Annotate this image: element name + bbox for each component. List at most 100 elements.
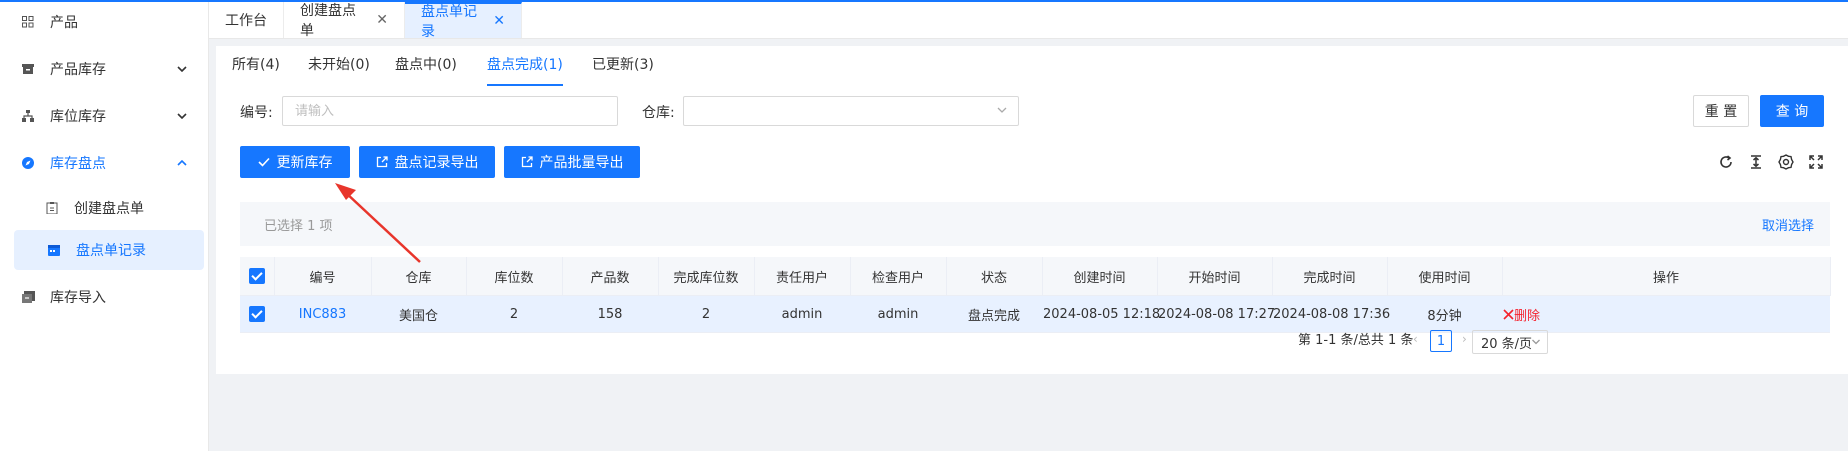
cell-finish-time: 2024-08-08 17:36 — [1272, 295, 1390, 333]
refresh-icon[interactable] — [1716, 152, 1736, 172]
sitemap-icon — [20, 108, 36, 124]
table-row[interactable]: INC883 美国仓 2 158 2 admin admin 盘点完成 2024… — [240, 295, 1830, 333]
calendar-icon — [46, 242, 62, 258]
sidebar-item-products[interactable]: 产品 — [14, 2, 204, 42]
code-input[interactable] — [282, 96, 618, 126]
page-size-value: 20 条/页 — [1481, 336, 1533, 352]
column-header: 产品数 — [562, 257, 659, 296]
column-header: 检查用户 — [850, 257, 947, 296]
check-icon — [257, 157, 270, 167]
column-header: 库位数 — [466, 257, 563, 296]
column-header: 责任用户 — [754, 257, 851, 296]
compass-icon — [20, 155, 36, 171]
tab-workbench[interactable]: 工作台 — [209, 2, 284, 38]
update-stock-button[interactable]: 更新库存 — [240, 146, 350, 178]
column-height-icon[interactable] — [1746, 152, 1766, 172]
row-checkbox[interactable] — [240, 295, 274, 333]
column-header: 操作 — [1502, 257, 1831, 296]
cell-owner: admin — [754, 295, 850, 333]
settings-icon[interactable] — [1776, 152, 1796, 172]
main-content: 所有(4) 未开始(0) 盘点中(0) 盘点完成(1) 已更新(3) 编号: 仓… — [216, 46, 1848, 374]
status-tab-counting[interactable]: 盘点中(0) — [395, 54, 457, 86]
prev-page-icon[interactable]: ‹ — [1413, 332, 1418, 346]
page-tabs: 工作台 创建盘点单 ✕ 盘点单记录 ✕ — [209, 2, 1848, 40]
column-header: 完成时间 — [1272, 257, 1388, 296]
sidebar-item-stock-import[interactable]: 库存导入 — [14, 277, 204, 317]
sidebar-item-product-stock[interactable]: 产品库存 — [14, 49, 204, 89]
export-records-label: 盘点记录导出 — [394, 155, 479, 171]
count-records-table: 编号 仓库 库位数 产品数 完成库位数 责任用户 检查用户 状态 创建时间 开始… — [240, 257, 1831, 333]
box-icon — [20, 61, 36, 77]
close-icon[interactable]: ✕ — [493, 13, 505, 29]
export-products-button[interactable]: 产品批量导出 — [504, 146, 640, 178]
status-tab-completed[interactable]: 盘点完成(1) — [487, 54, 563, 86]
tab-create-count[interactable]: 创建盘点单 ✕ — [284, 2, 405, 39]
record-code-link[interactable]: INC883 — [299, 307, 346, 322]
export-records-button[interactable]: 盘点记录导出 — [359, 146, 495, 178]
column-header: 仓库 — [371, 257, 467, 296]
cell-locations: 2 — [466, 295, 562, 333]
grid-icon — [20, 14, 36, 30]
search-button[interactable]: 查 询 — [1760, 95, 1824, 127]
tab-label: 盘点单记录 — [421, 4, 477, 40]
cell-done-locations: 2 — [658, 295, 754, 333]
cell-created-time: 2024-08-05 12:18 — [1042, 295, 1160, 333]
close-icon — [1503, 308, 1514, 324]
chevron-down-icon — [174, 61, 190, 77]
sidebar-item-label: 产品 — [50, 15, 78, 31]
reset-button[interactable]: 重 置 — [1693, 95, 1749, 127]
page-size-select[interactable]: 20 条/页 — [1472, 330, 1548, 354]
column-header: 开始时间 — [1157, 257, 1273, 296]
cell-duration: 8分钟 — [1387, 295, 1502, 333]
sidebar-item-create-count[interactable]: 创建盘点单 — [38, 188, 204, 228]
delete-button[interactable]: 删除 — [1503, 309, 1540, 324]
sidebar-item-stock-count[interactable]: 库存盘点 — [14, 143, 204, 183]
status-tab-all[interactable]: 所有(4) — [232, 54, 280, 86]
cell-status: 盘点完成 — [946, 295, 1042, 333]
column-header: 编号 — [274, 257, 372, 296]
column-header: 完成库位数 — [658, 257, 755, 296]
selection-count: 已选择 1 项 — [264, 219, 333, 234]
clipboard-icon — [44, 200, 60, 216]
export-icon — [376, 156, 388, 168]
column-header: 状态 — [946, 257, 1043, 296]
close-icon[interactable]: ✕ — [376, 12, 388, 28]
cancel-selection-link[interactable]: 取消选择 — [1762, 215, 1814, 234]
status-tab-not-started[interactable]: 未开始(0) — [308, 54, 370, 86]
sidebar-item-location-stock[interactable]: 库位库存 — [14, 96, 204, 136]
sidebar: 产品 产品库存 库位库存 库存盘点 创建盘点单 盘点单记录 库存导入 — [0, 2, 209, 451]
cell-warehouse: 美国仓 — [371, 295, 466, 333]
tab-label: 工作台 — [225, 13, 267, 29]
selection-bar: 已选择 1 项 取消选择 — [240, 202, 1830, 246]
column-header: 创建时间 — [1042, 257, 1158, 296]
column-header: 使用时间 — [1387, 257, 1503, 296]
select-all-checkbox[interactable] — [240, 257, 275, 296]
tab-count-records[interactable]: 盘点单记录 ✕ — [405, 2, 522, 40]
sidebar-item-label: 库存导入 — [50, 290, 106, 306]
status-tab-updated[interactable]: 已更新(3) — [592, 54, 654, 86]
fullscreen-icon[interactable] — [1806, 152, 1826, 172]
code-filter-label: 编号: — [240, 105, 273, 121]
search-button-label: 查 询 — [1775, 104, 1809, 120]
chevron-up-icon — [174, 155, 190, 171]
cell-checker: admin — [850, 295, 946, 333]
delete-label: 删除 — [1514, 308, 1541, 324]
cell-start-time: 2024-08-08 17:27 — [1157, 295, 1275, 333]
sidebar-item-label: 创建盘点单 — [74, 201, 144, 217]
chevron-down-icon — [174, 108, 190, 124]
export-icon — [521, 156, 533, 168]
warehouse-select[interactable] — [683, 96, 1019, 126]
sidebar-item-label: 产品库存 — [50, 62, 106, 78]
export-products-label: 产品批量导出 — [539, 155, 624, 171]
next-page-icon[interactable]: › — [1462, 332, 1467, 346]
warehouse-filter-label: 仓库: — [642, 105, 675, 121]
sidebar-item-label: 库存盘点 — [50, 156, 106, 172]
import-icon — [20, 289, 36, 305]
pagination-total: 第 1-1 条/总共 1 条 — [1298, 333, 1414, 348]
sidebar-item-count-records[interactable]: 盘点单记录 — [14, 230, 204, 270]
chevron-down-icon — [1531, 336, 1541, 351]
chevron-down-icon — [996, 104, 1008, 120]
cell-products: 158 — [562, 295, 658, 333]
page-number-current[interactable]: 1 — [1430, 330, 1452, 352]
sidebar-item-label: 库位库存 — [50, 109, 106, 125]
